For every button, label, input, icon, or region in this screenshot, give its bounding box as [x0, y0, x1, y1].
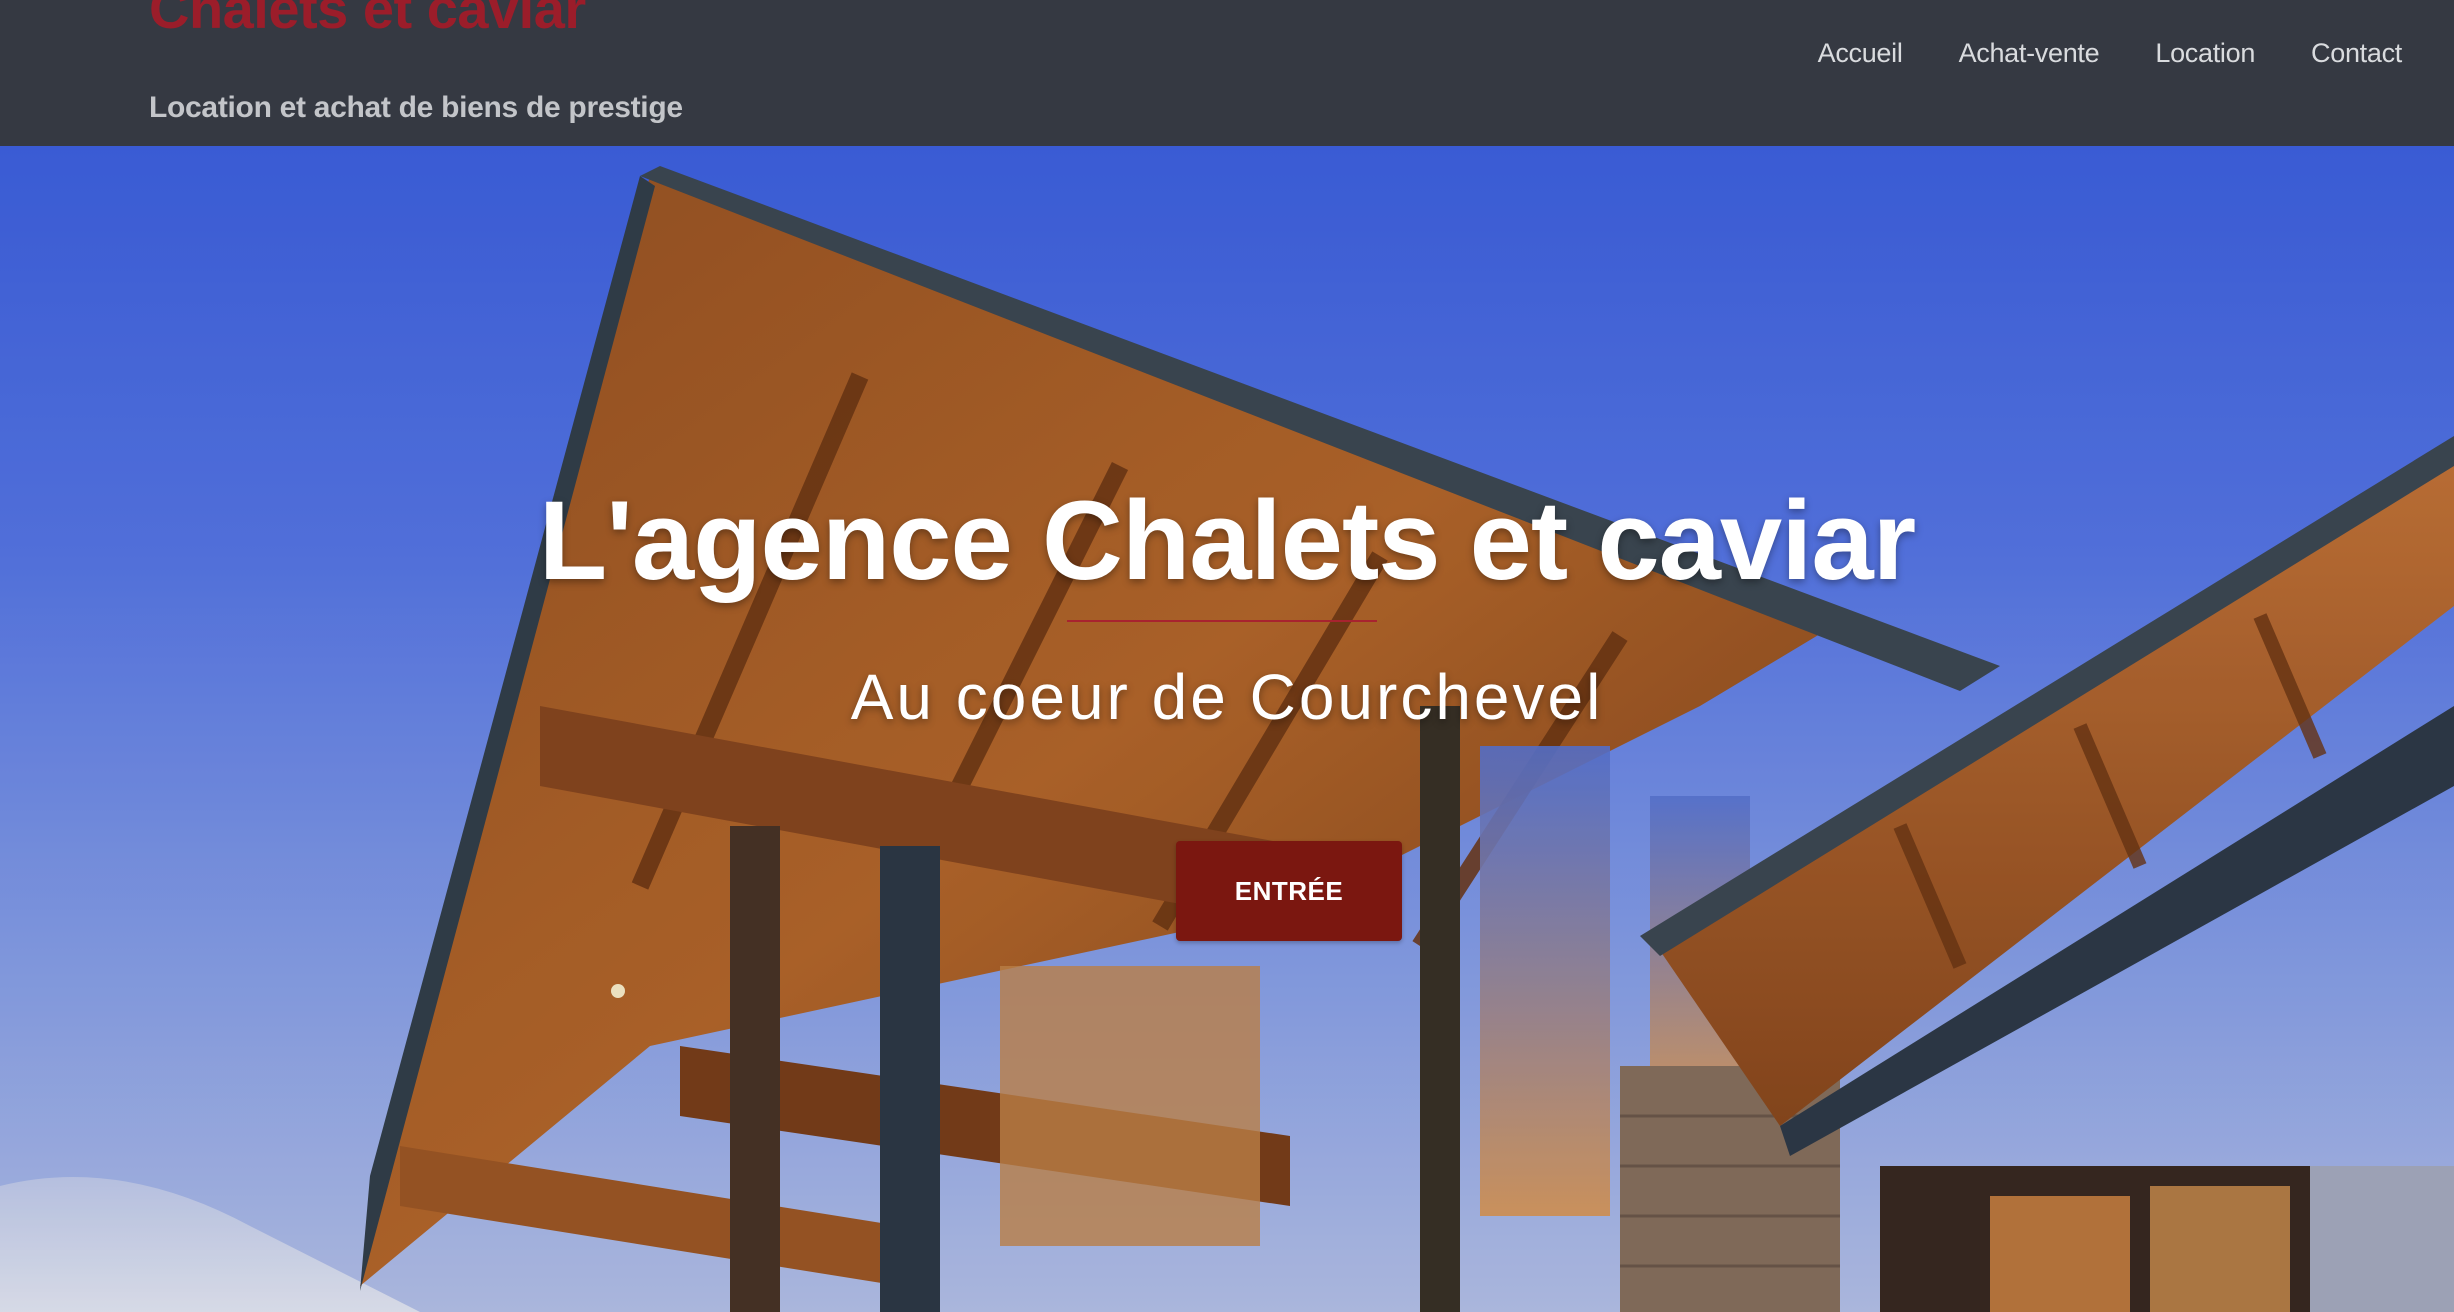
site-title[interactable]: Chalets et caviar [149, 0, 586, 40]
hero-subtitle: Au coeur de Courchevel [850, 661, 1604, 733]
nav-link-accueil[interactable]: Accueil [1818, 38, 1903, 68]
nav-link-contact[interactable]: Contact [2311, 38, 2402, 68]
site-header: Chalets et caviar Location et achat de b… [0, 0, 2454, 146]
enter-button[interactable]: ENTRÉE [1176, 841, 1402, 941]
nav-link-achat-vente[interactable]: Achat-vente [1959, 38, 2100, 68]
nav-item-accueil: Accueil [1818, 38, 1903, 69]
hero-title: L'agence Chalets et caviar [538, 478, 1916, 603]
main-nav: Accueil Achat-vente Location Contact [1818, 38, 2403, 69]
nav-item-location: Location [2155, 38, 2255, 69]
nav-link-location[interactable]: Location [2155, 38, 2255, 68]
hero-divider [1067, 620, 1377, 622]
page: Chalets et caviar Location et achat de b… [0, 0, 2454, 1312]
hero-section: L'agence Chalets et caviar Au coeur de C… [0, 146, 2454, 1312]
site-tagline: Location et achat de biens de prestige [149, 91, 683, 124]
nav-item-contact: Contact [2311, 38, 2402, 69]
nav-item-achat-vente: Achat-vente [1959, 38, 2100, 69]
